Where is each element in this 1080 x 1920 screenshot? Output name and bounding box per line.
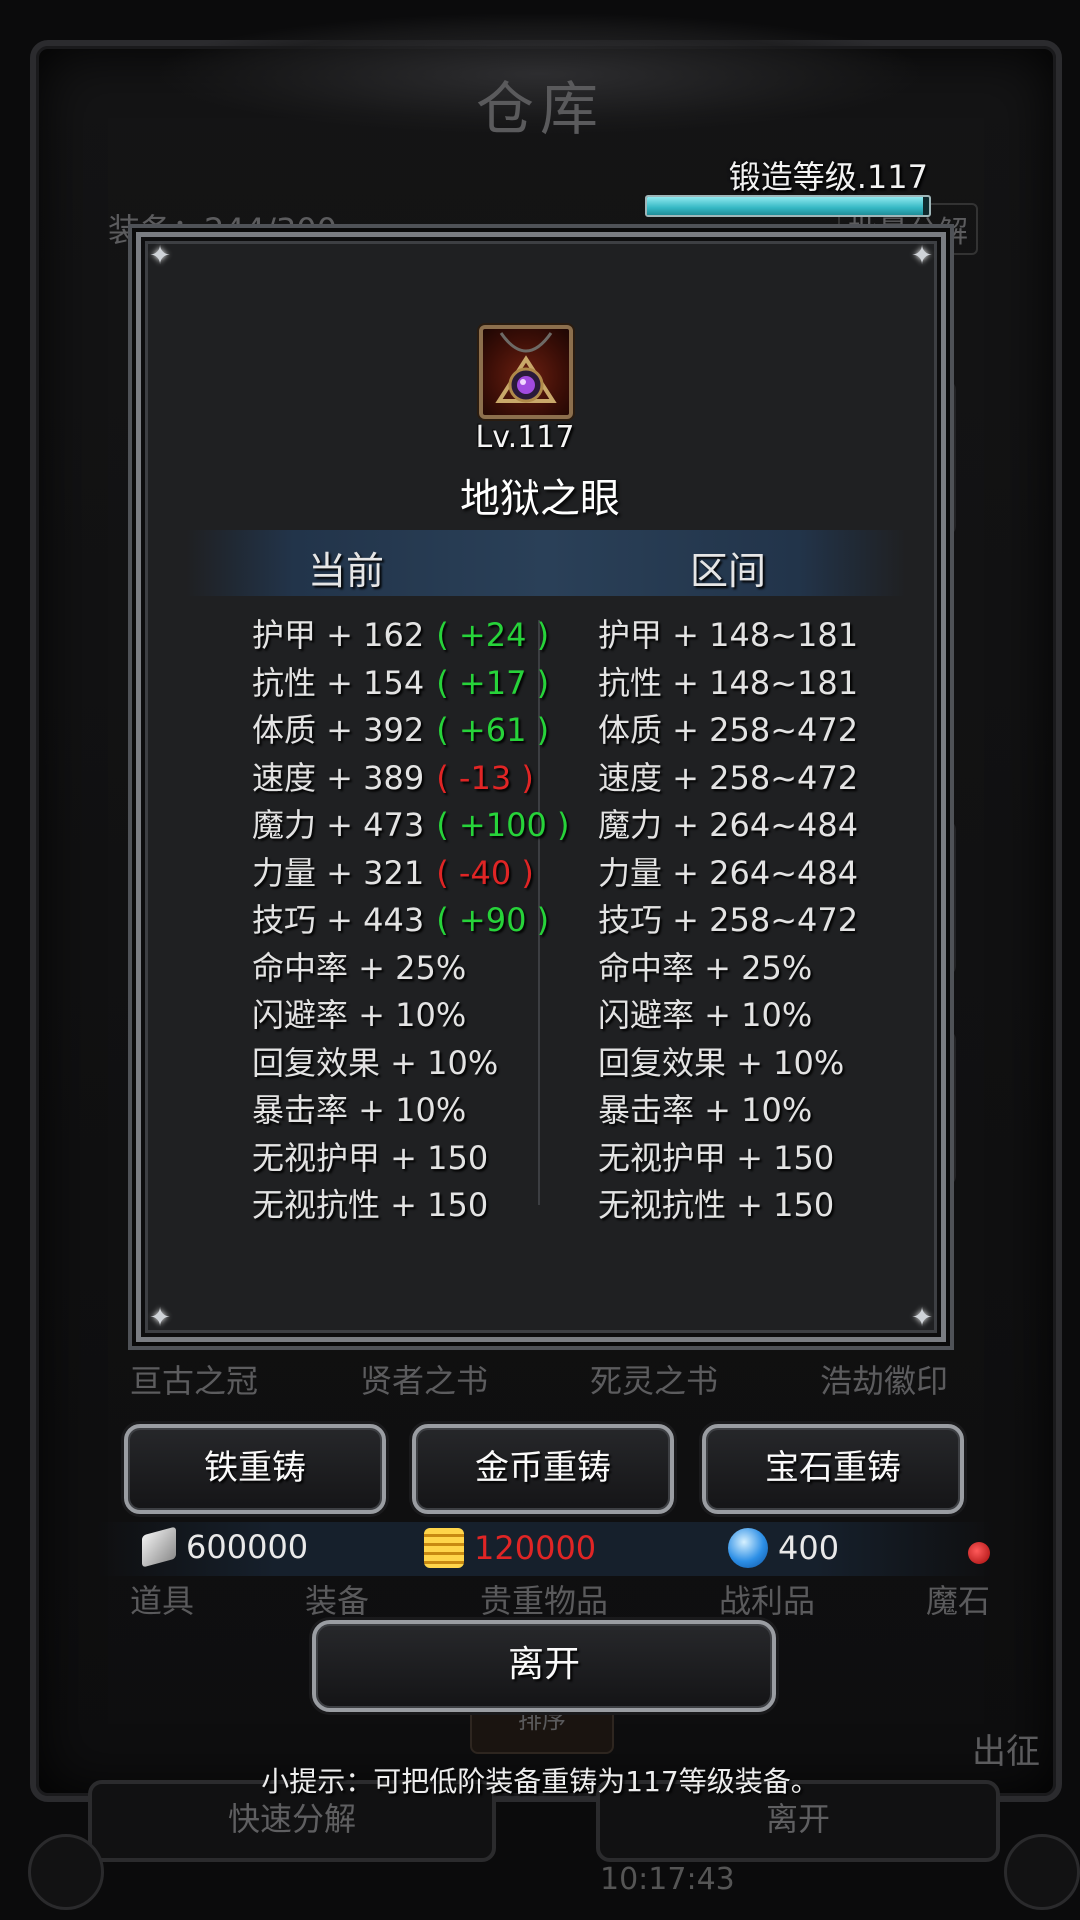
current-column-header: 当前: [308, 549, 385, 593]
tab-items[interactable]: 道具: [130, 1576, 194, 1622]
tip-text: 小提示：可把低阶装备重铸为117等级装备。: [261, 1765, 819, 1798]
stat-delta: ( +90 ): [436, 901, 550, 939]
bg-item-label: 贤者之书: [360, 1362, 489, 1400]
range-stat-row: 无视护甲 + 150: [598, 1138, 835, 1177]
stat-value: 暴击率 + 10%: [252, 1091, 467, 1129]
stat-value: 技巧 + 443: [252, 901, 425, 939]
stat-value: 闪避率 + 10%: [252, 996, 467, 1034]
tab-magic-stones[interactable]: 魔石: [926, 1576, 990, 1622]
current-stat-row: 体质 + 392 ( +61 ): [252, 707, 569, 755]
bg-item-label: 死灵之书: [590, 1362, 719, 1400]
stat-value: 无视抗性 + 150: [252, 1186, 489, 1224]
range-stat-row: 速度 + 258~472: [598, 758, 859, 797]
range-stat-row: 护甲 + 148~181: [598, 616, 859, 654]
iron-amount: 600000: [186, 1528, 309, 1566]
range-stat-row: 暴击率 + 10%: [598, 1091, 813, 1129]
stat-value: 无视护甲 + 150: [252, 1138, 489, 1177]
stat-value: 护甲 + 162: [252, 616, 425, 654]
range-stat-row: 魔力 + 264~484: [598, 806, 859, 844]
stat-delta: ( +100 ): [436, 806, 570, 844]
range-stat-row: 抗性 + 148~181: [598, 663, 859, 702]
current-stat-row: 速度 + 389 ( -13 ): [252, 755, 569, 803]
range-stats-list: 护甲 + 148~181 抗性 + 148~181 体质 + 258~472 速度 +…: [598, 612, 858, 1230]
current-stat-row: 无视抗性 + 150: [252, 1182, 569, 1230]
plus-icon: [1004, 1834, 1080, 1910]
notification-dot-icon: [968, 1542, 990, 1564]
bg-round-button: [28, 1834, 104, 1910]
clock-text: 10:17:43: [600, 1862, 735, 1897]
gold-resource: 120000: [424, 1528, 596, 1568]
stat-value: 力量 + 321: [252, 853, 425, 892]
stat-value: 命中率 + 25%: [252, 948, 467, 987]
stat-delta: ( +61 ): [436, 711, 550, 749]
current-stat-row: 命中率 + 25%: [252, 945, 569, 993]
tab-equipment[interactable]: 装备: [305, 1576, 369, 1622]
stat-value: 回复效果 + 10%: [252, 1043, 499, 1082]
range-stat-row: 体质 + 258~472: [598, 711, 859, 749]
iron-reforge-button[interactable]: 铁重铸: [124, 1424, 386, 1514]
bg-item-label: 亘古之冠: [130, 1362, 259, 1400]
range-stat-row: 闪避率 + 10%: [598, 996, 813, 1034]
current-stat-row: 回复效果 + 10%: [252, 1040, 569, 1088]
corner-sparkle-icon: ✦: [149, 241, 171, 271]
blue-gem-icon: [728, 1528, 768, 1568]
gem-amount: 400: [778, 1529, 840, 1567]
range-stat-row: 力量 + 264~484: [598, 853, 859, 892]
warehouse-title: 仓库: [475, 75, 604, 143]
gold-coins-icon: [424, 1528, 464, 1568]
corner-sparkle-icon: ✦: [911, 241, 933, 271]
range-column-header: 区间: [690, 549, 767, 593]
stat-value: 速度 + 389: [252, 758, 425, 797]
stat-delta: ( +24 ): [436, 616, 550, 654]
tab-valuables[interactable]: 贵重物品: [480, 1576, 608, 1622]
current-stat-row: 魔力 + 473 ( +100 ): [252, 802, 569, 850]
current-stat-row: 力量 + 321 ( -40 ): [252, 850, 569, 898]
item-level: Lv.117: [475, 420, 575, 455]
range-stat-row: 技巧 + 258~472: [598, 901, 859, 939]
gem-reforge-button[interactable]: 宝石重铸: [702, 1424, 964, 1514]
bg-tab-bar: 道具 装备 贵重物品 战利品 魔石: [130, 1576, 990, 1622]
gem-resource: 400: [728, 1528, 839, 1568]
corner-sparkle-icon: ✦: [149, 1303, 171, 1333]
current-stats-list: 护甲 + 162 ( +24 ) 抗性 + 154 ( +17 ) 体质 + 392 ( …: [252, 612, 569, 1230]
current-stat-row: 护甲 + 162 ( +24 ): [252, 612, 569, 660]
current-stat-row: 暴击率 + 10%: [252, 1087, 569, 1135]
range-stat-row: 命中率 + 25%: [598, 948, 813, 987]
stat-delta: ( -40 ): [436, 853, 534, 892]
current-stat-row: 技巧 + 443 ( +90 ): [252, 897, 569, 945]
gold-amount: 120000: [474, 1529, 597, 1567]
range-stat-row: 回复效果 + 10%: [598, 1043, 845, 1082]
current-stat-row: 抗性 + 154 ( +17 ): [252, 660, 569, 708]
forge-progress-fill: [647, 197, 924, 215]
bg-item-label: 浩劫徽印: [820, 1362, 949, 1400]
stat-delta: ( +17 ): [436, 663, 550, 702]
tab-loot[interactable]: 战利品: [719, 1576, 815, 1622]
iron-resource: 600000: [142, 1526, 309, 1568]
stat-value: 魔力 + 473: [252, 806, 425, 844]
current-stat-row: 闪避率 + 10%: [252, 992, 569, 1040]
iron-ingot-icon: [142, 1526, 176, 1568]
item-name: 地狱之眼: [460, 476, 620, 522]
forge-progress-bar: [645, 195, 931, 217]
stat-value: 抗性 + 154: [252, 663, 425, 702]
corner-sparkle-icon: ✦: [911, 1303, 933, 1333]
column-header-band: [186, 530, 906, 596]
stat-delta: ( -13 ): [436, 758, 534, 797]
gold-reforge-button[interactable]: 金币重铸: [412, 1424, 674, 1514]
leave-button[interactable]: 离开: [312, 1620, 776, 1712]
current-stat-row: 无视护甲 + 150: [252, 1135, 569, 1183]
stat-value: 体质 + 392: [252, 711, 425, 749]
forge-level-label: 锻造等级.117: [728, 158, 928, 196]
range-stat-row: 无视抗性 + 150: [598, 1186, 835, 1224]
amulet-icon: [479, 325, 573, 419]
